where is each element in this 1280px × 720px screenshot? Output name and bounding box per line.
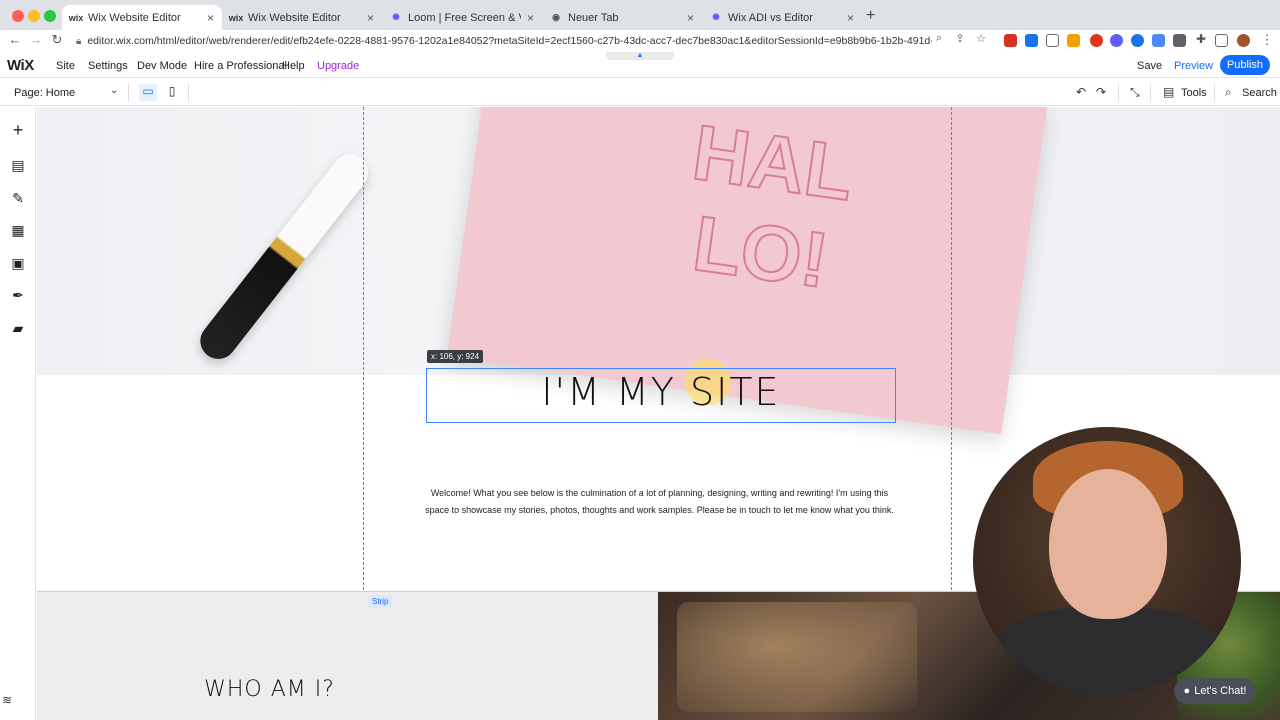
search-button[interactable]: Search [1242, 87, 1277, 99]
menu-upgrade[interactable]: Upgrade [317, 60, 359, 72]
intro-paragraph[interactable]: Welcome! What you see below is the culmi… [422, 485, 897, 519]
extension-icon[interactable] [1025, 34, 1038, 47]
extension-icon[interactable] [1131, 34, 1144, 47]
loom-favicon-icon: ✺ [712, 12, 720, 22]
browser-tab[interactable]: wix Wix Website Editor × [62, 5, 222, 30]
hallo-text-image: HAL LO! [687, 107, 860, 305]
browser-menu-icon[interactable]: ⋮ [1258, 32, 1276, 48]
browser-tab[interactable]: ✺ Wix ADI vs Editor × [702, 5, 862, 30]
blog-icon[interactable]: ✒ [8, 285, 28, 305]
chat-label: Let's Chat! [1194, 685, 1247, 697]
collapse-bar-handle[interactable]: ▲ [606, 52, 674, 60]
browser-tab[interactable]: wix Wix Website Editor × [222, 5, 382, 30]
avatar[interactable] [1237, 34, 1250, 47]
layers-icon[interactable]: ≋ [2, 693, 12, 707]
bookmark-icon[interactable]: ☆ [972, 32, 990, 45]
page-selector[interactable]: Page: Home [14, 87, 75, 99]
site-title-text[interactable]: I'M MY SITE [426, 370, 896, 414]
extension-icon[interactable] [1173, 34, 1186, 47]
tools-button[interactable]: Tools [1181, 87, 1207, 99]
preview-button[interactable]: Preview [1174, 60, 1213, 72]
new-tab-button[interactable]: + [866, 7, 875, 25]
menu-settings[interactable]: Settings [88, 60, 128, 72]
browser-tab[interactable]: ✺ Loom | Free Screen & Video Re × [382, 5, 542, 30]
extension-icon[interactable] [1004, 34, 1017, 47]
extension-icon[interactable] [1152, 34, 1165, 47]
extension-icon[interactable] [1090, 34, 1103, 47]
divider [1118, 84, 1119, 101]
browser-toolbar: ← → ↻ 🔒︎ editor.wix.com/html/editor/web/… [0, 30, 1280, 52]
design-icon[interactable]: ✎ [8, 188, 28, 208]
desktop-view-icon[interactable]: ▭ [139, 84, 157, 101]
close-window-button[interactable] [12, 10, 24, 22]
strip-label: Strip [368, 595, 393, 608]
reload-icon[interactable]: ↻ [48, 32, 66, 48]
close-tab-icon[interactable]: × [527, 11, 534, 25]
wix-logo[interactable]: WiX [7, 57, 34, 74]
about-photo-highlight [677, 602, 917, 712]
chevron-down-icon[interactable]: ⌄ [110, 85, 118, 96]
undo-icon[interactable]: ↶ [1076, 85, 1086, 99]
browser-tab[interactable]: ◉ Neuer Tab × [542, 5, 702, 30]
chat-button[interactable]: ● Let's Chat! [1174, 678, 1256, 704]
extension-icon[interactable] [1067, 34, 1080, 47]
business-icon[interactable]: ▰ [8, 318, 28, 338]
publish-button[interactable]: Publish [1220, 55, 1270, 75]
menu-site[interactable]: Site [56, 60, 75, 72]
chat-bubble-icon: ● [1183, 685, 1191, 697]
media-icon[interactable]: ▣ [8, 253, 28, 273]
divider [1150, 84, 1151, 101]
save-button[interactable]: Save [1137, 60, 1162, 72]
webcam-overlay [973, 427, 1241, 695]
wix-favicon-icon: wix [228, 12, 244, 23]
editor-toolbar: Page: Home ⌄ ▭ ▯ ↶ ↷ ⤡ ▤ Tools ⌕ Search [0, 79, 1280, 106]
menu-help[interactable]: Help [282, 60, 305, 72]
divider [128, 84, 129, 101]
pages-icon[interactable]: ▤ [8, 155, 28, 175]
add-elements-icon[interactable]: + [8, 120, 28, 140]
browser-tab-strip: wix Wix Website Editor × wix Wix Website… [0, 0, 1280, 30]
menu-hire-professional[interactable]: Hire a Professional [194, 60, 287, 72]
tools-icon[interactable]: ▤ [1163, 85, 1174, 99]
hero-image[interactable]: HAL LO! [37, 107, 1280, 435]
wix-favicon-icon: wix [68, 12, 84, 23]
loom-favicon-icon: ✺ [392, 12, 400, 22]
redo-icon[interactable]: ↷ [1096, 85, 1106, 99]
close-tab-icon[interactable]: × [207, 11, 214, 25]
forward-icon[interactable]: → [27, 32, 45, 47]
cast-icon[interactable] [1215, 34, 1228, 47]
maximize-window-button[interactable] [44, 10, 56, 22]
chrome-favicon-icon: ◉ [552, 12, 560, 22]
divider [188, 84, 189, 101]
zoom-icon[interactable]: ⌕ [930, 32, 948, 45]
share-icon[interactable]: ⇪ [951, 32, 969, 45]
back-icon[interactable]: ← [6, 32, 24, 47]
lock-icon: 🔒︎ [76, 35, 82, 47]
close-tab-icon[interactable]: × [367, 11, 374, 25]
pen-image [193, 147, 376, 367]
extension-icon[interactable] [1046, 34, 1059, 47]
coordinate-tooltip: x: 106, y: 924 [427, 350, 484, 363]
close-tab-icon[interactable]: × [847, 11, 854, 25]
left-sidebar: + ▤ ✎ ▦ ▣ ✒ ▰ ≋ [0, 107, 36, 720]
search-icon[interactable]: ⌕ [1225, 85, 1232, 100]
apps-icon[interactable]: ▦ [8, 220, 28, 240]
puzzle-icon[interactable]: ✚ [1192, 32, 1210, 46]
extension-icon[interactable] [1110, 34, 1123, 47]
mobile-view-icon[interactable]: ▯ [163, 84, 181, 101]
minimize-window-button[interactable] [28, 10, 40, 22]
address-bar[interactable]: 🔒︎ editor.wix.com/html/editor/web/render… [76, 31, 932, 51]
webcam-face [1049, 469, 1167, 619]
divider [1214, 84, 1215, 101]
zoom-out-icon[interactable]: ⤡ [1130, 85, 1140, 100]
close-tab-icon[interactable]: × [687, 11, 694, 25]
who-am-i-heading[interactable]: WHO AM I? [167, 677, 372, 702]
menu-dev-mode[interactable]: Dev Mode [137, 60, 187, 72]
